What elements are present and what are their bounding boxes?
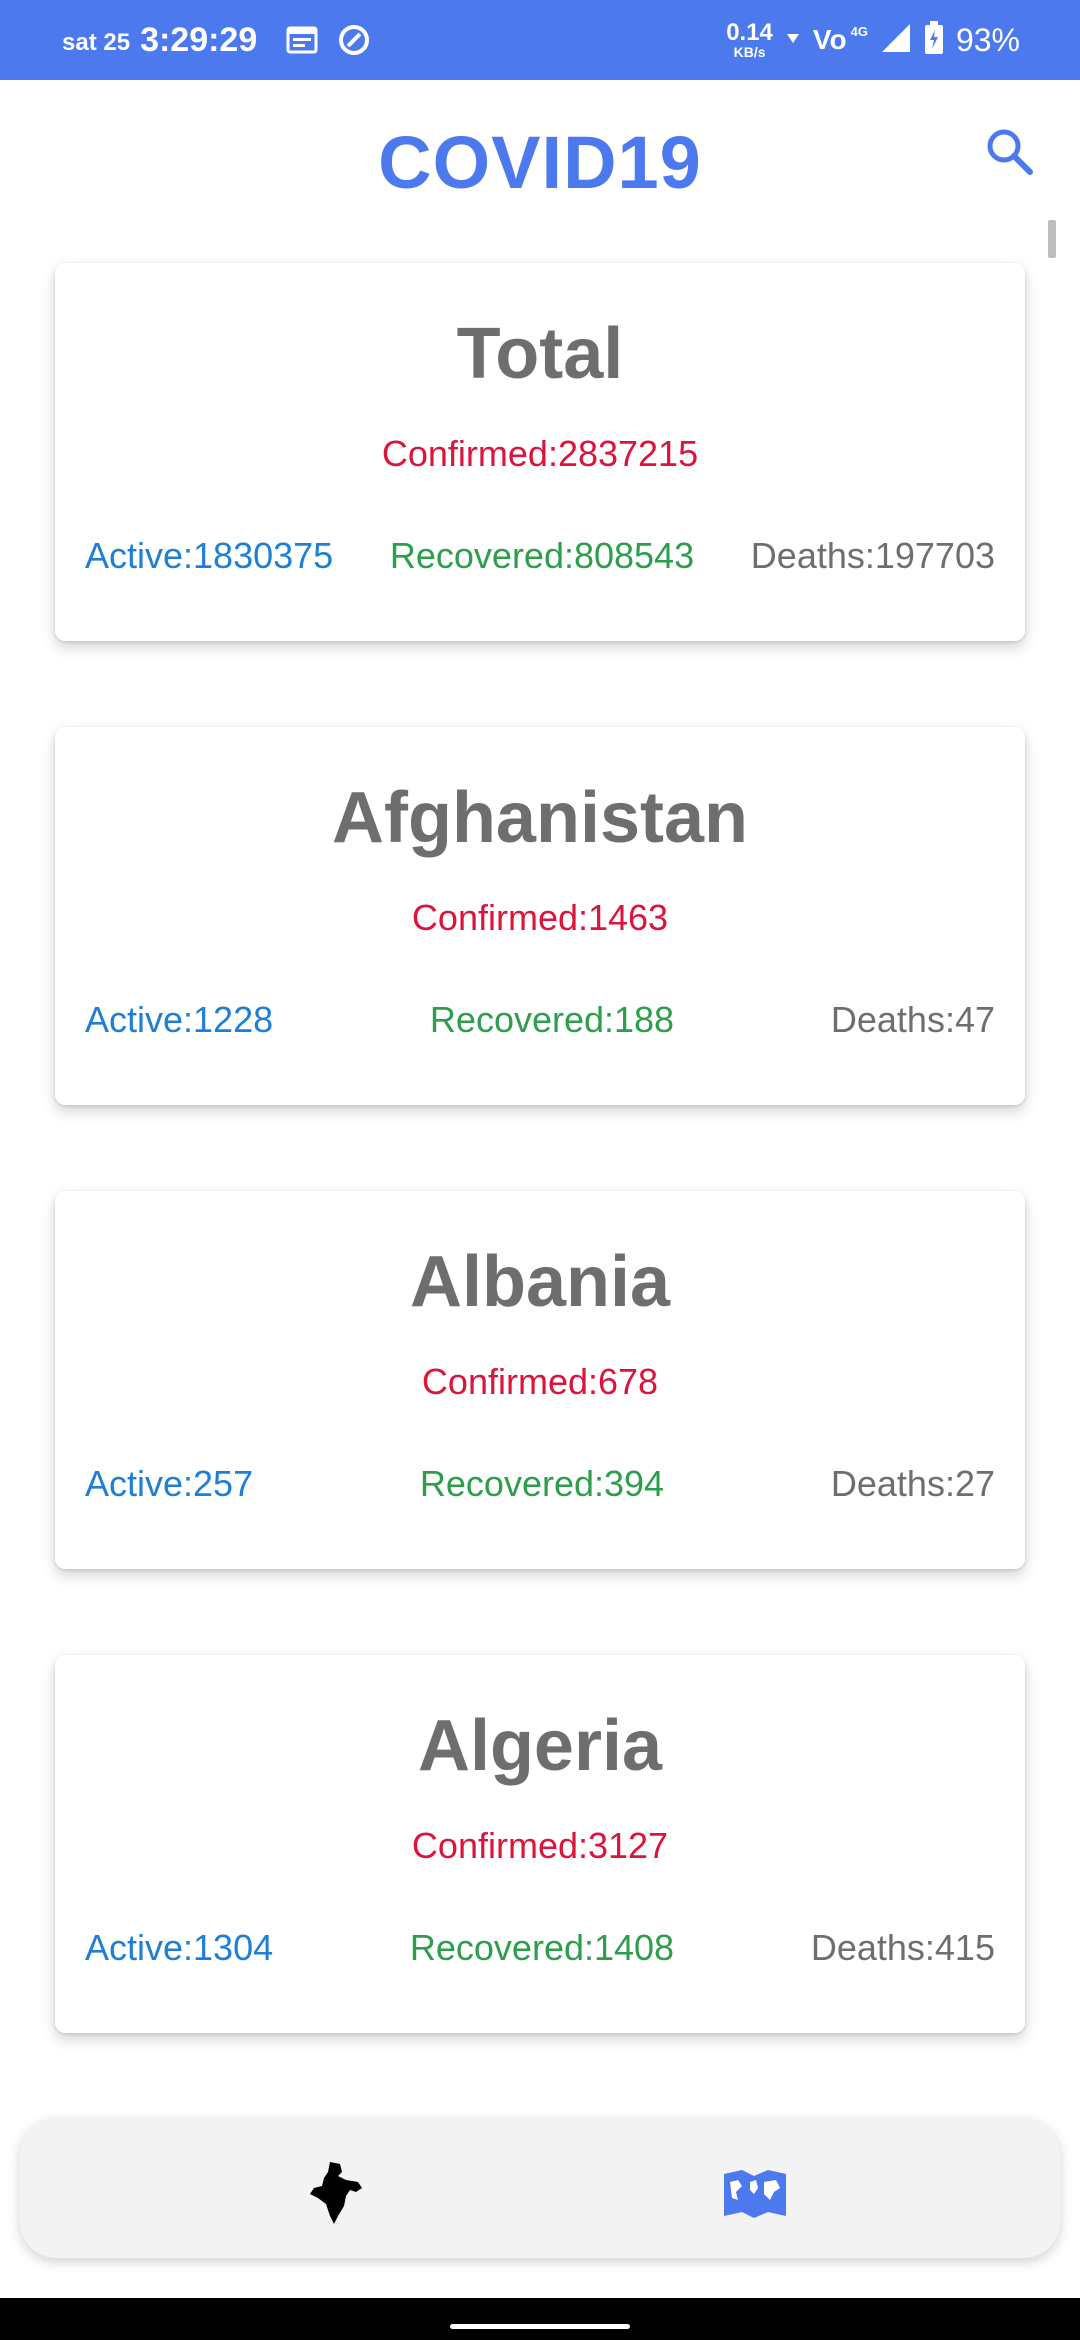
- deaths-count: Deaths:197703: [750, 535, 995, 576]
- country-list: Total Confirmed:2837215 Active:1830375 R…: [55, 263, 1025, 2119]
- status-time: 3:29:29: [140, 20, 258, 59]
- card-stats-row: Active:1304 Recovered:1408 Deaths:415: [85, 1927, 995, 1969]
- card-title: Albania: [409, 1242, 671, 1322]
- active-count: Active:257: [85, 1463, 254, 1504]
- active-count: Active:1830375: [85, 535, 334, 576]
- signal-icon: [880, 22, 912, 59]
- battery-icon: [924, 20, 944, 60]
- recovered-count: Recovered:394: [419, 1463, 665, 1504]
- card-title: Algeria: [417, 1706, 663, 1786]
- page-title: COVID19: [378, 121, 702, 204]
- app-header: COVID19: [0, 80, 1080, 230]
- card-stats-row: Active:1228 Recovered:188 Deaths:47: [85, 999, 995, 1041]
- stats-card-algeria[interactable]: Algeria Confirmed:3127 Active:1304 Recov…: [55, 1655, 1025, 2033]
- home-indicator[interactable]: [450, 2324, 630, 2329]
- status-bar-right: 0.14 KB/s Vo 4G 93%: [726, 0, 1020, 80]
- nav-india-button[interactable]: [300, 2158, 370, 2228]
- confirmed-count: Confirmed:1463: [411, 897, 669, 938]
- deaths-count: Deaths:47: [830, 999, 995, 1040]
- recovered-count: Recovered:188: [429, 999, 675, 1040]
- network-speed: 0.14 KB/s: [726, 19, 773, 60]
- deaths-count: Deaths:27: [830, 1463, 995, 1504]
- network-type-label: 4G: [850, 24, 868, 39]
- search-button[interactable]: [980, 122, 1040, 182]
- scrollbar[interactable]: [1048, 220, 1056, 258]
- stats-card-afghanistan[interactable]: Afghanistan Confirmed:1463 Active:1228 R…: [55, 727, 1025, 1105]
- active-count: Active:1304: [85, 1927, 274, 1968]
- network-speed-unit: KB/s: [733, 44, 766, 60]
- recovered-count: Recovered:1408: [409, 1927, 675, 1968]
- bottom-navigation: [20, 2118, 1060, 2258]
- status-bar: sat 25 3:29:29 0.14 KB/s Vo 4G 93%: [0, 0, 1080, 80]
- nav-world-button[interactable]: [720, 2158, 790, 2228]
- recovered-count: Recovered:808543: [389, 535, 695, 576]
- network-speed-value: 0.14: [726, 19, 773, 46]
- wifi-arrow-icon: [785, 30, 801, 51]
- battery-percent: 93%: [955, 21, 1020, 58]
- card-stats-row: Active:1830375 Recovered:808543 Deaths:1…: [85, 535, 995, 577]
- confirmed-count: Confirmed:678: [421, 1361, 659, 1402]
- card-stats-row: Active:257 Recovered:394 Deaths:27: [85, 1463, 995, 1505]
- volte-label: Vo 4G: [812, 24, 868, 55]
- india-map-icon: [310, 2162, 362, 2224]
- world-map-icon: [724, 2170, 786, 2218]
- stats-card-total[interactable]: Total Confirmed:2837215 Active:1830375 R…: [55, 263, 1025, 641]
- card-title: Total: [456, 314, 624, 394]
- deaths-count: Deaths:415: [810, 1927, 995, 1968]
- system-navigation-bar: [0, 2298, 1080, 2340]
- confirmed-count: Confirmed:3127: [411, 1825, 669, 1866]
- active-count: Active:1228: [85, 999, 274, 1040]
- status-day: sat 25: [62, 29, 131, 56]
- stats-card-albania[interactable]: Albania Confirmed:678 Active:257 Recover…: [55, 1191, 1025, 1569]
- sync-icon: [337, 23, 371, 57]
- status-bar-left: sat 25 3:29:29: [62, 0, 371, 80]
- calendar-icon: [285, 23, 319, 57]
- confirmed-count: Confirmed:2837215: [381, 433, 699, 474]
- card-title: Afghanistan: [331, 778, 748, 858]
- search-icon: [987, 129, 1033, 175]
